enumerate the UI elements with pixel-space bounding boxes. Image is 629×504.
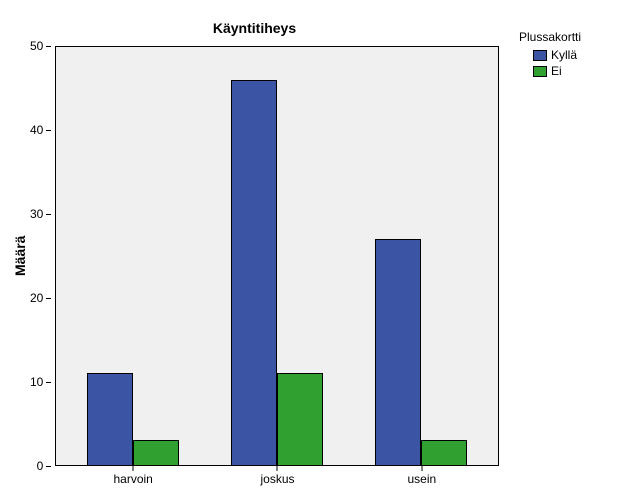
x-tick: joskus xyxy=(205,466,349,486)
bar xyxy=(133,440,179,465)
y-axis-label: Määrä xyxy=(10,46,30,466)
x-axis-ticks: harvoinjoskususein xyxy=(56,466,499,486)
x-axis: harvoinjoskususein xyxy=(10,466,499,486)
legend-item: Ei xyxy=(533,64,619,78)
chart-area: Käyntitiheys Määrä 50403020100 harvoinjo… xyxy=(0,0,509,504)
chart-title: Käyntitiheys xyxy=(10,20,499,36)
bars-group xyxy=(56,47,498,465)
x-tick: harvoin xyxy=(61,466,205,486)
bar-group xyxy=(349,47,493,465)
legend-items: Kyllä Ei xyxy=(519,48,619,78)
bar xyxy=(421,440,467,465)
legend-item: Kyllä xyxy=(533,48,619,62)
y-axis: 50403020100 xyxy=(30,46,55,466)
x-tick: usein xyxy=(350,466,494,486)
bar xyxy=(277,373,323,465)
legend-swatch xyxy=(533,50,547,61)
chart-container: Käyntitiheys Määrä 50403020100 harvoinjo… xyxy=(0,0,629,504)
legend-title: Plussakortti xyxy=(519,30,619,44)
legend-swatch xyxy=(533,66,547,77)
plot-area xyxy=(55,46,499,466)
legend-label: Kyllä xyxy=(551,48,577,62)
bar-group xyxy=(205,47,349,465)
bar xyxy=(375,239,421,465)
bar-group xyxy=(61,47,205,465)
legend: Plussakortti Kyllä Ei xyxy=(509,0,629,504)
plot-row: Määrä 50403020100 xyxy=(10,46,499,466)
bar xyxy=(87,373,133,465)
bar xyxy=(231,80,277,465)
legend-label: Ei xyxy=(551,64,562,78)
